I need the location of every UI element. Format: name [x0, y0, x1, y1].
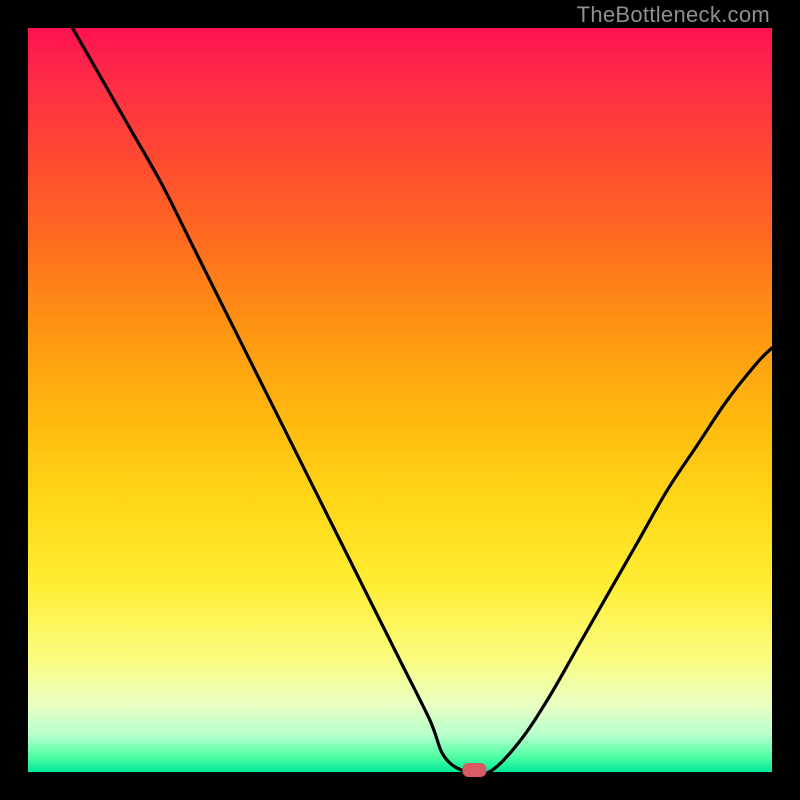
chart-frame: TheBottleneck.com	[0, 0, 800, 800]
optimal-marker	[462, 763, 486, 777]
bottleneck-curve	[73, 28, 772, 775]
curve-layer	[28, 28, 772, 772]
plot-area	[28, 28, 772, 772]
attribution-label: TheBottleneck.com	[577, 2, 770, 28]
